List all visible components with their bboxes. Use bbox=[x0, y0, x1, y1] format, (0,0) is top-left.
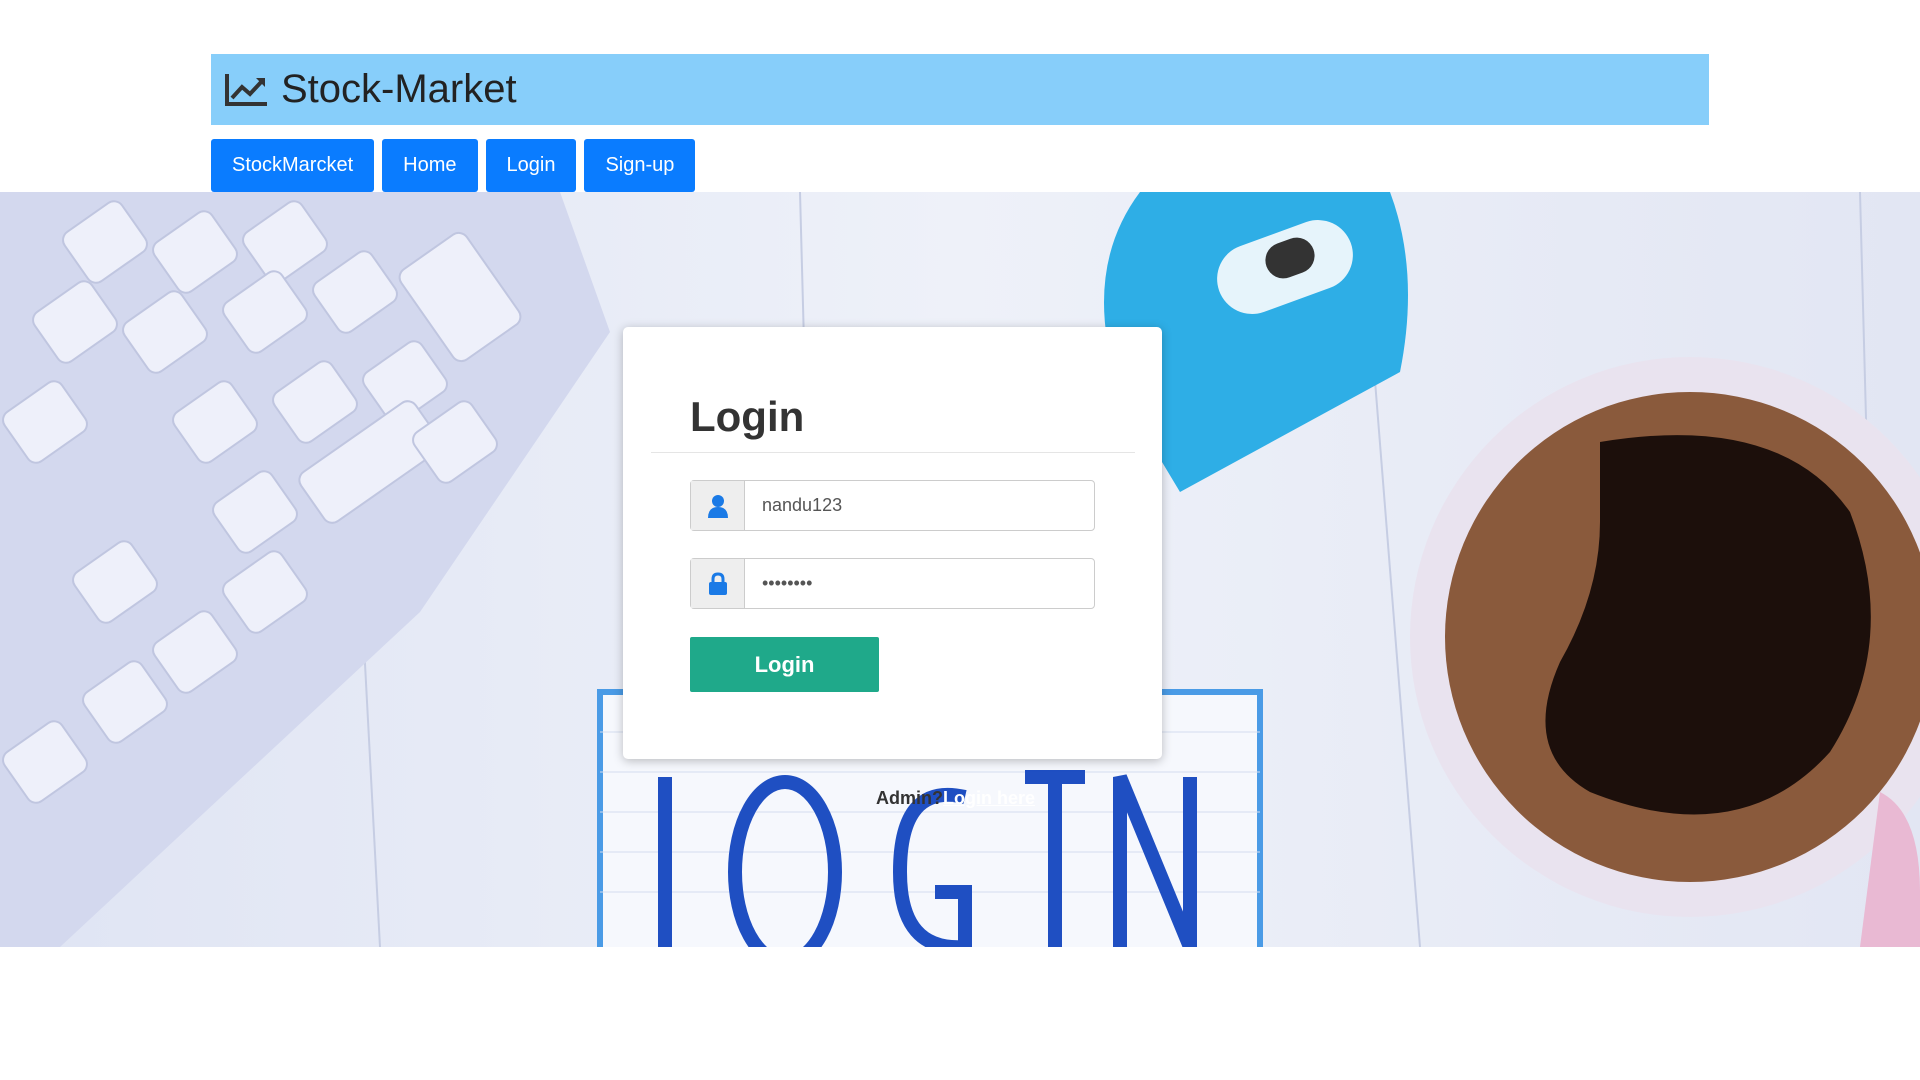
admin-login-link[interactable]: Login here bbox=[943, 788, 1035, 808]
site-title: Stock-Market bbox=[281, 67, 517, 111]
password-field-group bbox=[690, 558, 1095, 609]
nav-stockmarcket-button[interactable]: StockMarcket bbox=[211, 139, 375, 192]
username-field-group bbox=[690, 480, 1095, 531]
login-submit-button[interactable]: Login bbox=[690, 637, 879, 692]
username-input[interactable] bbox=[745, 481, 1094, 530]
main-nav: StockMarcket Home Login Sign-up bbox=[211, 139, 696, 192]
login-title: Login bbox=[690, 393, 805, 440]
password-input[interactable] bbox=[745, 559, 1094, 608]
user-icon bbox=[691, 481, 745, 530]
admin-prompt: Admin? bbox=[876, 788, 943, 808]
admin-login-line: Admin?Login here bbox=[876, 788, 1035, 809]
line-chart-icon bbox=[223, 71, 269, 109]
site-header: Stock-Market bbox=[211, 54, 1709, 125]
title-divider bbox=[651, 452, 1135, 453]
nav-login-button[interactable]: Login bbox=[485, 139, 577, 192]
nav-home-button[interactable]: Home bbox=[382, 139, 478, 192]
login-card: Login Login bbox=[623, 327, 1162, 759]
nav-signup-button[interactable]: Sign-up bbox=[584, 139, 696, 192]
lock-icon bbox=[691, 559, 745, 608]
